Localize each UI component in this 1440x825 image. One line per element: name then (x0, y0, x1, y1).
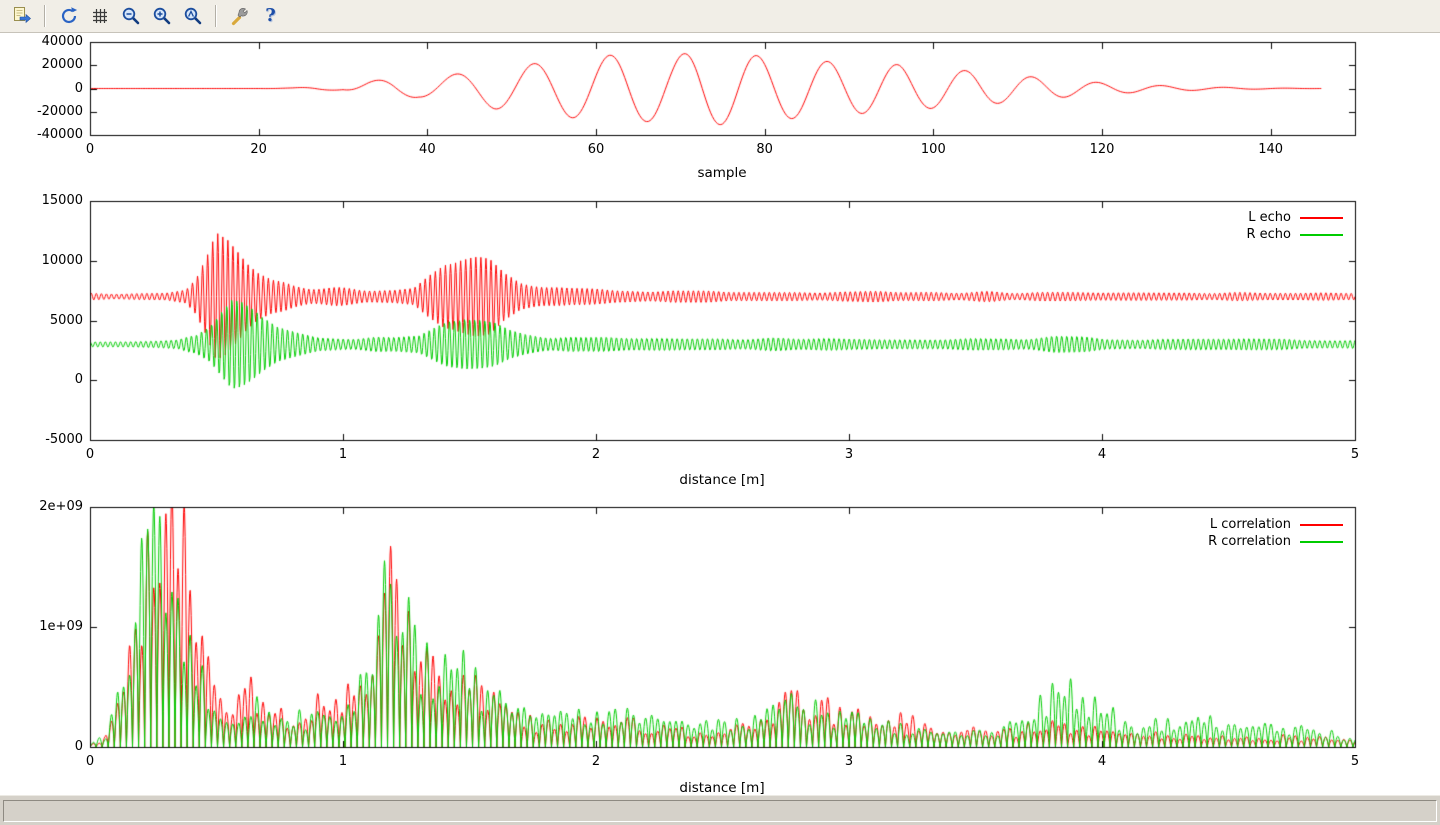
x-axis-label-distance-1: distance [m] (622, 472, 822, 488)
x-tick-label: 5 (1351, 754, 1359, 769)
legend-entry: R echo (1246, 226, 1343, 243)
x-tick-label: 100 (921, 142, 946, 157)
legend-line-sample (1300, 541, 1343, 543)
y-tick-label: -40000 (8, 127, 83, 142)
x-tick-label: 20 (250, 142, 267, 157)
zoom-next-icon (152, 6, 172, 26)
y-tick-label: 0 (8, 739, 83, 754)
y-tick-label: 2e+09 (8, 499, 83, 514)
zoom-previous-icon (121, 6, 141, 26)
legend-line-sample (1300, 217, 1343, 219)
y-tick-label: 0 (8, 81, 83, 96)
y-tick-label: 40000 (8, 34, 83, 49)
legend-echo: L echo R echo (1246, 209, 1343, 243)
status-bar (0, 795, 1440, 825)
x-tick-label: 80 (756, 142, 773, 157)
export-button[interactable] (8, 3, 35, 30)
zoom-next-button[interactable] (148, 3, 175, 30)
x-tick-label: 120 (1090, 142, 1115, 157)
y-tick-label: 0 (8, 372, 83, 387)
grid-icon (90, 6, 110, 26)
legend-entry: L echo (1246, 209, 1343, 226)
x-tick-label: 1 (339, 754, 347, 769)
y-tick-label: -5000 (8, 432, 83, 447)
x-axis-label-distance-2: distance [m] (622, 780, 822, 796)
x-tick-label: 4 (1098, 754, 1106, 769)
plot-area: sample distance [m] distance [m] L echo … (0, 33, 1440, 795)
help-icon: ? (265, 7, 276, 25)
zoom-previous-button[interactable] (117, 3, 144, 30)
x-tick-label: 3 (845, 754, 853, 769)
x-tick-label: 3 (845, 447, 853, 462)
legend-label: L echo (1248, 210, 1291, 225)
toolbar-separator (215, 5, 217, 27)
plots-canvas[interactable] (0, 33, 1440, 795)
x-tick-label: 40 (419, 142, 436, 157)
y-tick-label: 20000 (8, 57, 83, 72)
status-field (3, 800, 1437, 822)
grid-toggle-button[interactable] (86, 3, 113, 30)
x-tick-label: 0 (86, 754, 94, 769)
x-tick-label: 0 (86, 447, 94, 462)
x-tick-label: 0 (86, 142, 94, 157)
replot-icon (59, 6, 79, 26)
legend-entry: R correlation (1208, 533, 1343, 550)
x-tick-label: 140 (1258, 142, 1283, 157)
autoscale-button[interactable] (179, 3, 206, 30)
x-tick-label: 2 (592, 447, 600, 462)
y-tick-label: 1e+09 (8, 619, 83, 634)
x-tick-label: 60 (588, 142, 605, 157)
y-tick-label: 10000 (8, 253, 83, 268)
autoscale-icon (183, 6, 203, 26)
export-icon (12, 6, 32, 26)
y-tick-label: 5000 (8, 313, 83, 328)
legend-entry: L correlation (1208, 516, 1343, 533)
legend-label: R correlation (1208, 534, 1291, 549)
x-tick-label: 4 (1098, 447, 1106, 462)
y-tick-label: -20000 (8, 104, 83, 119)
legend-correlation: L correlation R correlation (1208, 516, 1343, 550)
x-tick-label: 1 (339, 447, 347, 462)
legend-line-sample (1300, 234, 1343, 236)
legend-label: R echo (1246, 227, 1291, 242)
replot-button[interactable] (55, 3, 82, 30)
config-icon (230, 6, 250, 26)
toolbar-separator (44, 5, 46, 27)
y-tick-label: 15000 (8, 193, 83, 208)
config-button[interactable] (226, 3, 253, 30)
x-tick-label: 5 (1351, 447, 1359, 462)
legend-label: L correlation (1210, 517, 1291, 532)
help-button[interactable]: ? (257, 3, 284, 30)
legend-line-sample (1300, 524, 1343, 526)
x-tick-label: 2 (592, 754, 600, 769)
x-axis-label-sample: sample (622, 165, 822, 181)
toolbar: ? (0, 0, 1440, 33)
